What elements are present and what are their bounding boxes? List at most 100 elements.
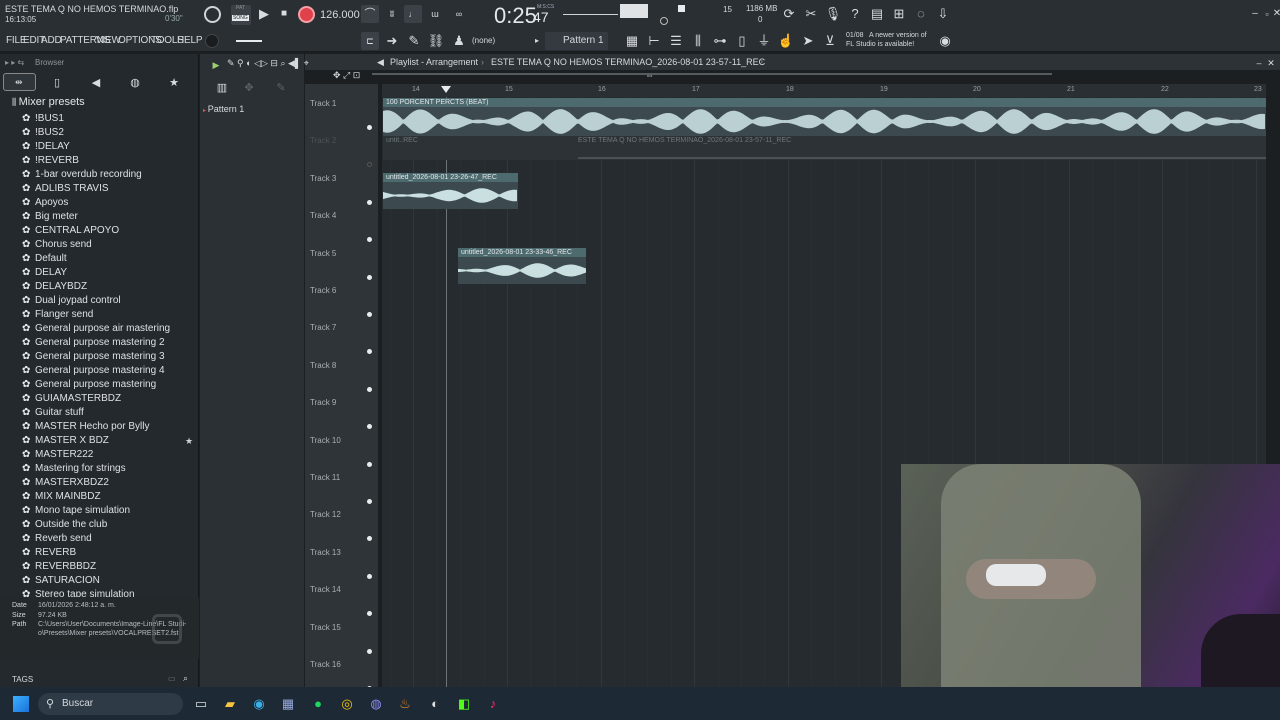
browser-file-tab[interactable]: ▯ [48, 74, 66, 92]
preset-item[interactable]: ✿ !REVERB [22, 154, 79, 168]
preset-item[interactable]: ✿ General purpose air mastering [22, 322, 170, 336]
chat-icon[interactable]: ◌ [912, 5, 930, 23]
main-pitch-knob[interactable] [205, 34, 219, 48]
playlist-tools[interactable]: ✎ ⚲ ◐ ◁▷ ⊟ ⌕ ◀▌ ⌖ [227, 58, 309, 69]
undo-history-icon[interactable]: ⟳ [780, 5, 798, 23]
preset-item[interactable]: ✿ Outside the club [22, 518, 107, 532]
track-enable-dot[interactable] [367, 199, 372, 205]
track-enable-dot[interactable] [367, 648, 372, 654]
countdown-icon[interactable]: ♩ [404, 5, 422, 23]
fl-studio-icon[interactable]: ♨ [396, 695, 414, 713]
track-enable-dot[interactable] [367, 573, 372, 579]
plugin-icon[interactable]: ⊞ [890, 5, 908, 23]
track-label[interactable]: Track 13 [310, 548, 341, 557]
preset-item[interactable]: ✿ !DELAY [22, 140, 70, 154]
favorite-star-icon[interactable]: ★ [185, 436, 193, 447]
tree-icon[interactable]: ⊶ [711, 32, 729, 50]
track-label[interactable]: Track 11 [310, 473, 340, 482]
master-volume-slider[interactable] [236, 40, 262, 42]
preset-item[interactable]: ✿ MASTER X BDZ [22, 434, 109, 448]
record-button[interactable] [298, 6, 315, 23]
preset-item[interactable]: ✿ MASTERXBDZ2 [22, 476, 109, 490]
browser-all-tab[interactable]: ⇹ [3, 73, 36, 91]
preset-item[interactable]: ✿ SATURACION [22, 574, 100, 588]
preset-item[interactable]: ✿ Default [22, 252, 67, 266]
blend-notes-icon[interactable]: ɯ [426, 5, 444, 23]
preset-item[interactable]: ✿ MASTER222 [22, 448, 93, 462]
preset-item[interactable]: ✿ 1-bar overdub recording [22, 168, 142, 182]
tempo-display[interactable]: 126.000 [320, 9, 360, 21]
chrome-icon[interactable]: ◎ [338, 695, 356, 713]
wait-input-icon[interactable]: ʬ [383, 5, 401, 23]
pattern-selector[interactable]: Pattern 1 [545, 32, 608, 50]
microphone-icon[interactable]: 🎙 [824, 5, 842, 23]
hint-icon[interactable]: ➤ [799, 32, 817, 50]
stamp-icon[interactable]: ♟ [450, 32, 468, 50]
spotify-icon[interactable]: ● [309, 695, 327, 713]
track-label[interactable]: Track 3 [310, 174, 336, 183]
pat-song-switch[interactable]: PAT SONG [231, 5, 251, 25]
channel-rack-icon[interactable]: ☰ [667, 32, 685, 50]
track-enable-dot[interactable] [367, 386, 372, 392]
touch-icon[interactable]: ☝ [777, 32, 795, 50]
track-label[interactable]: Track 7 [310, 323, 336, 332]
track-label[interactable]: Track 8 [310, 361, 336, 370]
track-label[interactable]: Track 10 [310, 436, 341, 445]
track-label[interactable]: Track 4 [310, 211, 336, 220]
clip-muted-song[interactable]: ESTE TEMA Q NO HEMOS TERMINAO_2026-08-01… [578, 137, 791, 144]
playlist-icon[interactable]: ▦ [623, 32, 641, 50]
preset-item[interactable]: ✿ General purpose mastering 3 [22, 350, 165, 364]
close-icon[interactable]: ✕ [1268, 5, 1280, 23]
task-view-icon[interactable]: ▭ [192, 695, 210, 713]
update-text-1[interactable]: A newer version of [869, 32, 927, 39]
track-label[interactable]: Track 6 [310, 286, 336, 295]
preset-item[interactable]: ✿ Stereo tape simulation [22, 588, 135, 597]
scroll-drag-icon[interactable]: ⇔ [645, 70, 654, 80]
piano-keys-icon[interactable]: ▥ [213, 79, 231, 97]
pencil-icon[interactable]: ✎ [405, 32, 423, 50]
mixer-icon[interactable]: ⫼ [689, 32, 707, 50]
update-text-2[interactable]: FL Studio is available! [846, 41, 914, 48]
preset-item[interactable]: ✿ GUIAMASTERBDZ [22, 392, 121, 406]
horizontal-scrollbar[interactable] [372, 73, 1052, 75]
metronome-icon[interactable]: ⌒ [361, 5, 379, 23]
preset-item[interactable]: ✿ General purpose mastering [22, 378, 156, 392]
pattern-edit-icon[interactable]: ✎ [272, 79, 290, 97]
windows-start-icon[interactable] [13, 696, 29, 712]
preset-item[interactable]: ✿ Mastering for strings [22, 462, 126, 476]
tone-none-label[interactable]: (none) [472, 36, 495, 45]
preset-item[interactable]: ✿ !BUS2 [22, 126, 64, 140]
track-label[interactable]: Track 16 [310, 660, 341, 669]
plug-icon[interactable]: ⏚ [755, 32, 773, 50]
preset-item[interactable]: ✿ Mono tape simulation [22, 504, 130, 518]
mixer-presets-folder[interactable]: ⫼ Mixer presets [12, 96, 85, 108]
snap-magnet-icon[interactable]: ⊏ [361, 32, 379, 50]
preset-item[interactable]: ✿ Guitar stuff [22, 406, 84, 420]
file-icon[interactable]: ▯ [733, 32, 751, 50]
track-label[interactable]: Track 14 [310, 585, 341, 594]
preset-item[interactable]: ✿ DELAY [22, 266, 67, 280]
zoom-controls-icon[interactable]: ✥ ⤢ ⊡ [333, 70, 360, 81]
playlist-arrow-icon[interactable]: ◀ [377, 57, 384, 68]
preset-item[interactable]: ✿ Chorus send [22, 238, 92, 252]
preset-item[interactable]: ✿ General purpose mastering 4 [22, 364, 165, 378]
time-format-label[interactable]: M:S:CS [537, 4, 554, 10]
playlist-close-icon[interactable]: ✕ [1262, 54, 1280, 72]
loop-record-icon[interactable]: ∞ [450, 5, 468, 23]
pattern-prev-icon[interactable]: ▸ [528, 32, 546, 50]
obs-icon[interactable]: ◐ [426, 695, 444, 713]
help-icon[interactable]: ? [846, 5, 864, 23]
browser-online-tab[interactable]: ◍ [126, 74, 144, 92]
online-icon[interactable]: ◉ [936, 32, 954, 50]
piano-roll-icon[interactable]: ⊢ [645, 32, 663, 50]
timeline-ruler[interactable] [382, 84, 1266, 97]
track-label[interactable]: Track 9 [310, 398, 336, 407]
preset-item[interactable]: ✿ ADLIBS TRAVIS [22, 182, 109, 196]
preset-item[interactable]: ✿ Apoyos [22, 196, 68, 210]
save-icon[interactable]: ▤ [868, 5, 886, 23]
track-label[interactable]: Track 1 [310, 99, 336, 108]
master-volume-knob[interactable] [204, 6, 221, 23]
preset-item[interactable]: ✿ REVERB [22, 546, 76, 560]
cart-icon[interactable]: ⊻ [821, 32, 839, 50]
tiktok-icon[interactable]: ♪ [484, 695, 502, 713]
